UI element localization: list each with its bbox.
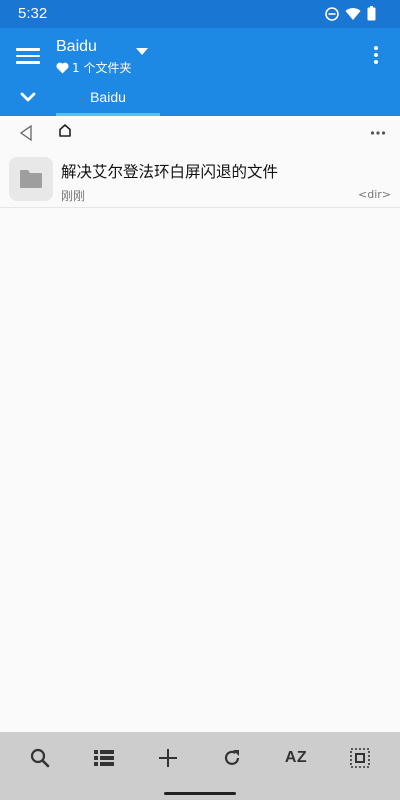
back-icon <box>19 124 32 142</box>
heart-icon <box>56 62 69 73</box>
dropdown-icon[interactable] <box>136 48 148 55</box>
more-horiz-icon <box>370 131 386 135</box>
sort-button[interactable]: AZ <box>276 738 316 778</box>
refresh-button[interactable] <box>212 738 252 778</box>
select-all-icon <box>350 748 370 768</box>
tab-baidu[interactable]: Baidu <box>56 82 160 116</box>
add-icon <box>159 749 177 767</box>
gesture-handle[interactable] <box>164 792 236 795</box>
view-mode-button[interactable] <box>84 738 124 778</box>
folder-icon <box>20 170 42 188</box>
status-bar: 5:32 <box>0 0 400 28</box>
wifi-icon <box>345 7 361 20</box>
home-icon <box>59 124 71 137</box>
collapse-tabs-button[interactable] <box>16 88 40 108</box>
path-bar <box>0 116 400 152</box>
menu-button[interactable] <box>14 44 42 68</box>
file-list: 解决艾尔登法环白屏闪退的文件 刚刚 <dir> <box>0 152 400 208</box>
list-view-icon <box>94 750 114 766</box>
file-name: 解决艾尔登法环白屏闪退的文件 <box>61 163 279 181</box>
tab-label: Baidu <box>90 89 126 105</box>
sort-label: AZ <box>284 749 308 766</box>
list-item[interactable]: 解决艾尔登法环白屏闪退的文件 刚刚 <dir> <box>0 152 400 208</box>
file-modified-time: 刚刚 <box>61 189 86 203</box>
home-button[interactable] <box>58 122 72 141</box>
search-icon <box>30 748 50 768</box>
folder-count-label: 1 个文件夹 <box>72 61 132 75</box>
gesture-bar <box>0 784 400 800</box>
folder-count: 1 个文件夹 <box>56 59 131 76</box>
chevron-down-icon <box>20 92 36 102</box>
search-button[interactable] <box>20 738 60 778</box>
select-all-button[interactable] <box>340 738 380 778</box>
refresh-icon <box>224 750 240 765</box>
file-type: <dir> <box>358 188 391 201</box>
folder-icon-tile <box>9 157 53 201</box>
app-bar: Baidu 1 个文件夹 Baidu <box>0 28 400 116</box>
dnd-icon <box>325 6 339 21</box>
status-time: 5:32 <box>18 5 48 22</box>
more-vert-icon <box>374 46 378 64</box>
battery-icon <box>367 6 376 21</box>
add-button[interactable] <box>148 738 188 778</box>
status-icons <box>325 6 376 21</box>
menu-icon <box>14 48 42 64</box>
overflow-menu-button[interactable] <box>366 44 386 68</box>
bottom-toolbar: AZ <box>0 732 400 784</box>
path-more-button[interactable] <box>370 124 386 140</box>
back-button[interactable] <box>18 124 34 146</box>
app-title[interactable]: Baidu <box>56 38 97 56</box>
